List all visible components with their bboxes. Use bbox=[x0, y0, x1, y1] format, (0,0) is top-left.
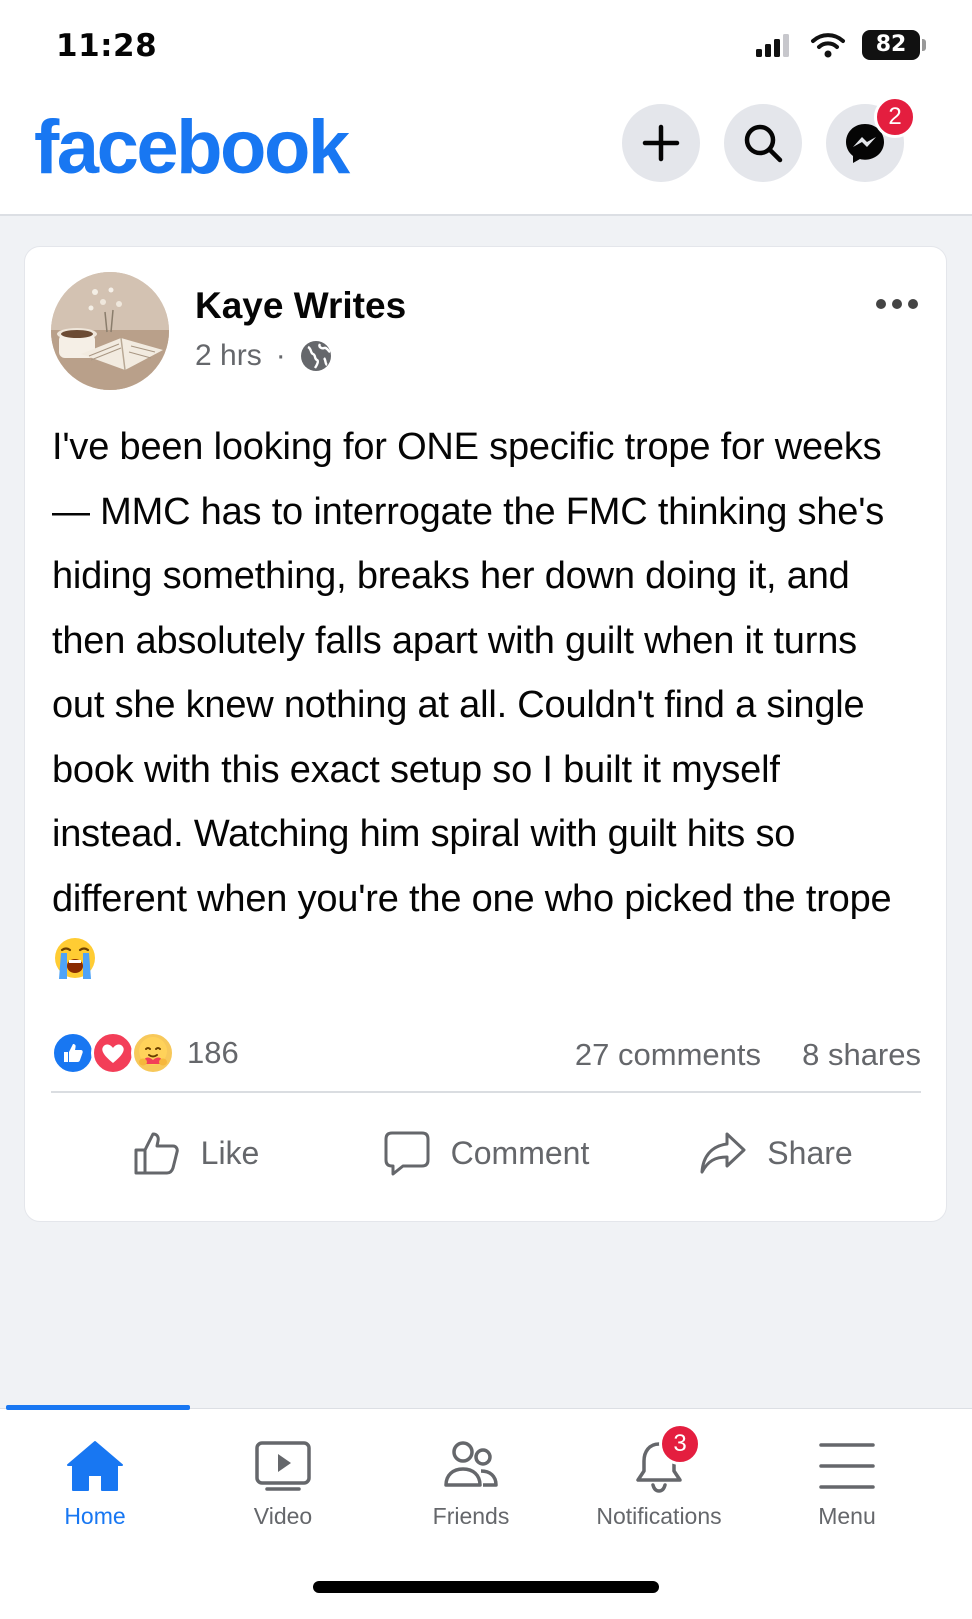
post-divider bbox=[51, 1091, 921, 1093]
post-stats: 186 27 comments 8 shares bbox=[51, 1031, 921, 1079]
reaction-count: 186 bbox=[187, 1035, 239, 1070]
active-tab-indicator bbox=[6, 1405, 190, 1410]
reactions-summary[interactable]: 186 bbox=[51, 1031, 239, 1075]
post-meta: 2 hrs · bbox=[195, 339, 332, 373]
post-actions: Like Comment Share bbox=[51, 1103, 921, 1203]
status-indicators: 82 bbox=[754, 28, 926, 62]
facebook-logo[interactable]: facebook bbox=[34, 104, 350, 191]
video-icon bbox=[255, 1441, 311, 1491]
share-label: Share bbox=[767, 1134, 853, 1171]
nav-friends-label: Friends bbox=[432, 1503, 510, 1529]
nav-menu-label: Menu bbox=[818, 1503, 876, 1529]
nav-notifications[interactable]: 3 Notifications bbox=[564, 1423, 754, 1530]
messenger-button[interactable]: 2 bbox=[826, 96, 916, 182]
home-icon bbox=[67, 1441, 123, 1491]
meta-separator: · bbox=[275, 339, 286, 372]
nav-notifications-label: Notifications bbox=[596, 1503, 722, 1529]
thumbs-up-icon bbox=[134, 1132, 179, 1175]
shares-count[interactable]: 8 shares bbox=[802, 1037, 921, 1073]
cellular-signal-icon bbox=[756, 34, 789, 57]
nav-home[interactable]: Home bbox=[0, 1439, 190, 1530]
nav-menu[interactable]: Menu bbox=[752, 1439, 942, 1530]
friends-icon bbox=[444, 1441, 498, 1487]
plus-icon bbox=[642, 124, 680, 162]
comment-icon bbox=[384, 1131, 430, 1176]
like-button[interactable]: Like bbox=[51, 1103, 341, 1203]
like-label: Like bbox=[200, 1134, 260, 1171]
nav-video-label: Video bbox=[253, 1503, 313, 1529]
more-options-button[interactable] bbox=[876, 299, 918, 309]
post-time[interactable]: 2 hrs bbox=[195, 339, 262, 373]
nav-friends[interactable]: Friends bbox=[376, 1439, 566, 1530]
bottom-nav: Home Video Friends 3 Notifications Menu bbox=[0, 1405, 972, 1619]
author-name[interactable]: Kaye Writes bbox=[195, 285, 406, 327]
care-reaction-icon bbox=[131, 1031, 175, 1075]
comments-count[interactable]: 27 comments bbox=[575, 1037, 761, 1073]
comment-label: Comment bbox=[450, 1134, 590, 1171]
search-icon bbox=[744, 124, 783, 163]
like-reaction-icon bbox=[51, 1031, 95, 1075]
battery-indicator: 82 bbox=[862, 30, 926, 60]
home-indicator[interactable] bbox=[313, 1581, 659, 1593]
status-time: 11:28 bbox=[56, 28, 158, 64]
messenger-badge: 2 bbox=[874, 96, 916, 138]
comment-button[interactable]: Comment bbox=[341, 1103, 631, 1203]
post-card: Kaye Writes 2 hrs · I've been looking fo… bbox=[24, 246, 947, 1222]
nav-home-label: Home bbox=[64, 1503, 126, 1529]
nav-video[interactable]: Video bbox=[188, 1439, 378, 1530]
love-reaction-icon bbox=[91, 1031, 135, 1075]
wifi-icon bbox=[811, 33, 845, 58]
search-button[interactable] bbox=[724, 104, 802, 182]
status-bar: 11:28 82 bbox=[0, 0, 972, 90]
post-text: I've been looking for ONE specific trope… bbox=[52, 415, 912, 996]
notifications-badge: 3 bbox=[659, 1423, 701, 1465]
menu-icon bbox=[819, 1443, 875, 1489]
author-avatar[interactable] bbox=[51, 272, 169, 390]
app-header: facebook 2 bbox=[0, 90, 972, 216]
post-body: I've been looking for ONE specific trope… bbox=[52, 426, 892, 920]
create-button[interactable] bbox=[622, 104, 700, 182]
share-icon bbox=[700, 1132, 746, 1174]
loudly-crying-face-icon bbox=[55, 938, 95, 979]
share-button[interactable]: Share bbox=[631, 1103, 921, 1203]
globe-icon bbox=[300, 341, 331, 371]
